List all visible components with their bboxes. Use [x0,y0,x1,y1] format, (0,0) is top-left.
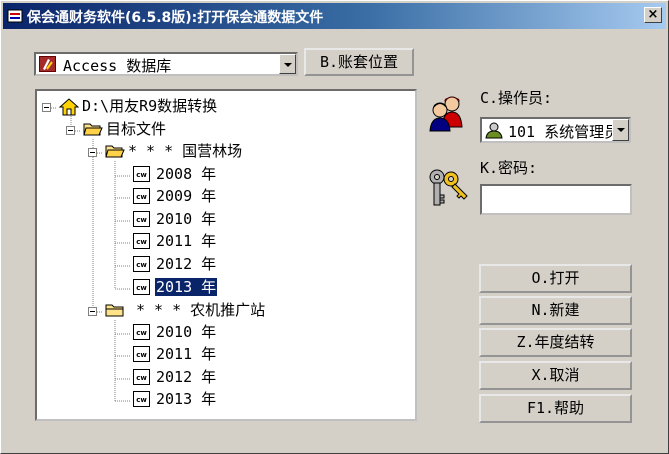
new-button[interactable]: N.新建 [479,296,632,325]
keys-icon [429,169,468,206]
document-icon: cw [133,233,150,249]
window-title: 保会通财务软件(6.5.8版):打开保会通数据文件 [27,10,324,26]
cancel-button[interactable]: X.取消 [479,361,632,390]
tree-node-label: 2008 年 [156,165,217,183]
tree-node-label: * * * 国营林场 [128,142,243,160]
app-icon [7,9,23,23]
document-icon: cw [133,211,150,227]
svg-text:cw: cw [136,238,147,246]
tree-node-label: 2010 年 [156,210,217,228]
year-end-carryover-button[interactable]: Z.年度结转 [479,328,632,357]
tree-node-label: * * * 农机推广站 [136,301,266,319]
data-file-tree[interactable]: D:\用友R9数据转换 目标文件 * * * 国营林场 cw 2008 年 cw [35,89,417,421]
tree-node-label: 2011 年 [156,345,217,363]
folder-closed-icon [105,304,124,317]
document-icon: cw [133,166,150,182]
document-icon: cw [133,391,150,407]
tree-node-label: 目标文件 [106,120,167,138]
home-icon [59,98,79,116]
help-button[interactable]: F1.帮助 [479,394,632,423]
chevron-down-icon[interactable] [612,119,629,141]
svg-text:cw: cw [136,261,147,269]
user-icon [485,122,503,139]
operator-label: C.操作员: [480,89,553,107]
collapse-icon[interactable] [88,148,98,158]
collapse-icon[interactable] [42,103,52,113]
document-icon: cw [133,369,150,385]
svg-text:cw: cw [136,351,147,359]
database-type-select[interactable]: Access 数据库 [34,52,298,76]
password-label: K.密码: [480,159,538,177]
collapse-icon[interactable] [66,126,76,136]
document-icon: cw [133,346,150,362]
svg-text:cw: cw [136,329,147,337]
tree-node-label: D:\用友R9数据转换 [82,97,218,115]
tree-node-label: 2013 年 [155,278,218,296]
svg-text:cw: cw [136,193,147,201]
folder-open-icon [83,123,103,136]
open-button[interactable]: O.打开 [479,264,632,293]
tree-connector-lines [49,107,131,402]
password-field-frame[interactable] [480,184,634,215]
svg-text:cw: cw [136,284,147,292]
folder-open-icon [105,145,125,158]
operator-value: 101 系统管理员 [508,123,615,141]
svg-text:cw: cw [136,171,147,179]
document-icon: cw [133,256,150,272]
tree-node-label: 2011 年 [156,232,217,250]
document-icon: cw [133,324,150,340]
account-location-button[interactable]: B.账套位置 [304,48,414,76]
svg-text:cw: cw [136,396,147,404]
operator-select[interactable]: 101 系统管理员 [480,117,631,143]
close-button[interactable]: × [644,7,662,23]
tree-node-label: 2012 年 [156,368,217,386]
dialog-window: 保会通财务软件(6.5.8版):打开保会通数据文件 × Access 数据库 B… [0,0,669,454]
database-type-value: Access 数据库 [63,57,172,75]
password-field[interactable] [482,186,634,215]
chevron-down-icon[interactable] [279,54,296,74]
title-bar[interactable]: 保会通财务软件(6.5.8版):打开保会通数据文件 × [3,3,666,29]
svg-text:cw: cw [136,374,147,382]
collapse-icon[interactable] [88,307,98,317]
svg-text:cw: cw [136,216,147,224]
document-icon: cw [133,188,150,204]
tree-node-label: 2013 年 [156,390,217,408]
tree-node-label: 2009 年 [156,187,217,205]
tree-node-label: 2012 年 [156,255,217,273]
document-icon: cw [133,279,150,295]
tree-node-label: 2010 年 [156,323,217,341]
access-icon [39,56,56,72]
users-icon [429,96,463,132]
